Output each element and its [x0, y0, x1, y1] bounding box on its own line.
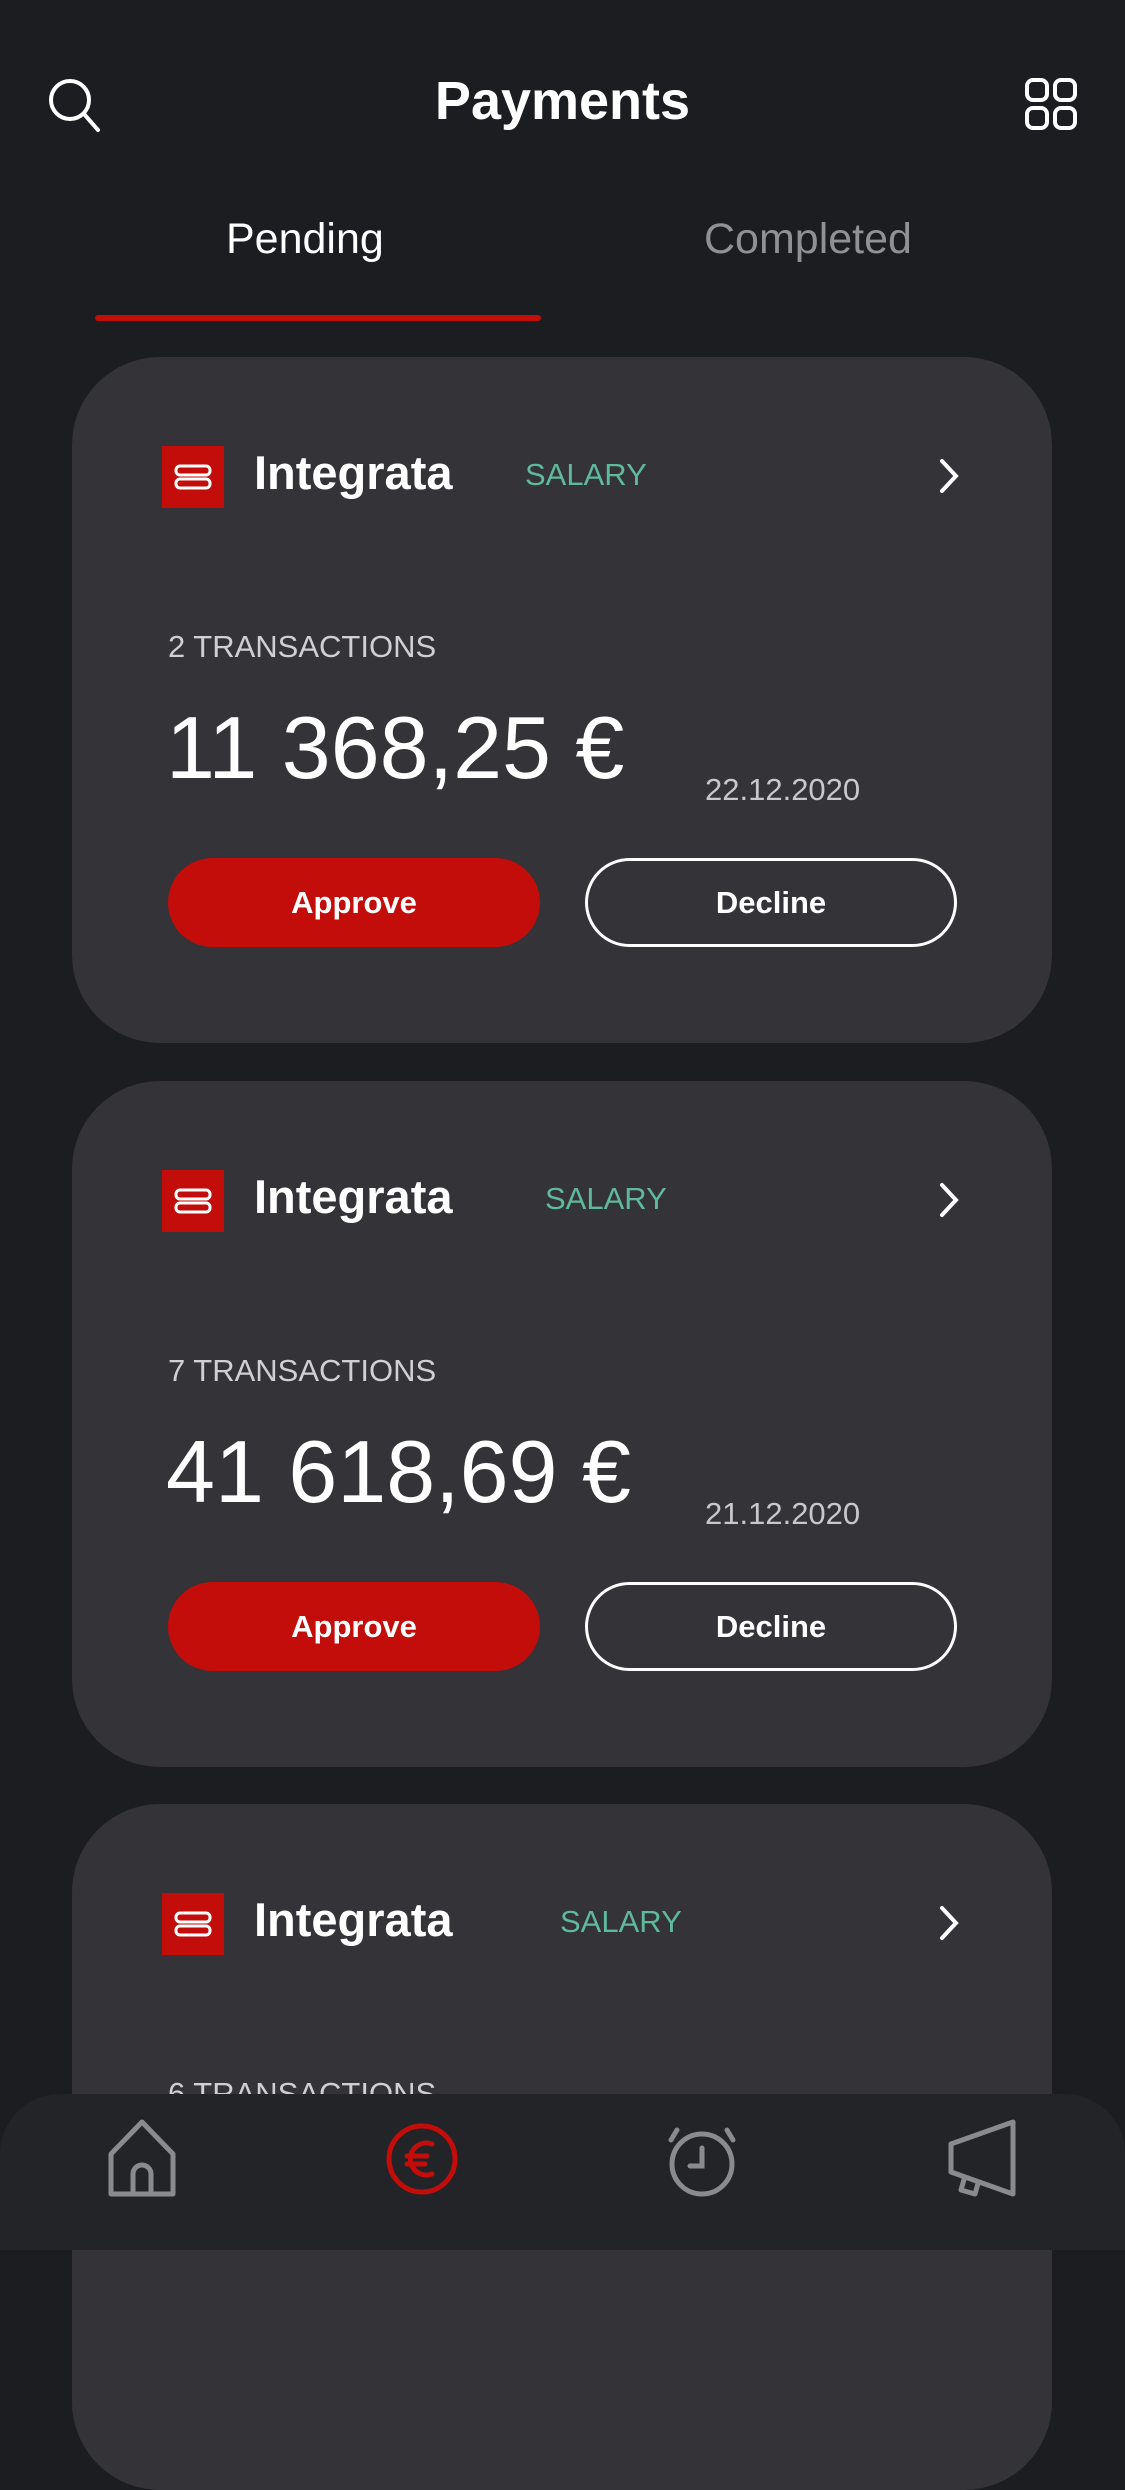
category-tag: SALARY [525, 457, 647, 492]
home-icon[interactable] [97, 2114, 187, 2204]
tab-pending[interactable]: Pending [226, 215, 384, 264]
approve-button[interactable]: Approve [168, 1582, 540, 1671]
chevron-right-icon[interactable] [934, 1900, 964, 1946]
page-title: Payments [434, 71, 691, 131]
company-name: Integrata [254, 1893, 453, 1946]
decline-button[interactable]: Decline [585, 858, 957, 947]
company-name: Integrata [254, 446, 453, 499]
tab-bar: Pending Completed [0, 215, 1125, 325]
amount: 41 618,69 € [166, 1422, 631, 1521]
alarm-clock-icon[interactable] [657, 2114, 747, 2204]
grid-icon[interactable] [1022, 75, 1082, 135]
company-name: Integrata [254, 1170, 453, 1223]
active-tab-indicator [95, 315, 541, 321]
approve-button[interactable]: Approve [168, 858, 540, 947]
euro-icon[interactable] [377, 2114, 467, 2204]
transaction-count: 2 TRANSACTIONS [168, 629, 437, 664]
chevron-right-icon[interactable] [934, 1177, 964, 1223]
tab-completed[interactable]: Completed [704, 215, 912, 264]
payment-date: 22.12.2020 [705, 772, 861, 807]
payment-card[interactable]: Integrata SALARY 7 TRANSACTIONS 41 618,69… [72, 1081, 1052, 1767]
header: Payments [0, 60, 1125, 150]
chevron-right-icon[interactable] [934, 453, 964, 499]
decline-button[interactable]: Decline [585, 1582, 957, 1671]
payment-date: 21.12.2020 [705, 1496, 861, 1531]
megaphone-icon[interactable] [937, 2114, 1027, 2204]
category-tag: SALARY [545, 1181, 667, 1216]
category-tag: SALARY [560, 1904, 682, 1939]
company-logo-icon [162, 446, 224, 508]
company-logo-icon [162, 1893, 224, 1955]
transaction-count: 7 TRANSACTIONS [168, 1353, 437, 1388]
bottom-nav [0, 2094, 1125, 2250]
payment-card[interactable]: Integrata SALARY 2 TRANSACTIONS 11 368,25… [72, 357, 1052, 1043]
amount: 11 368,25 € [166, 698, 625, 797]
company-logo-icon [162, 1170, 224, 1232]
